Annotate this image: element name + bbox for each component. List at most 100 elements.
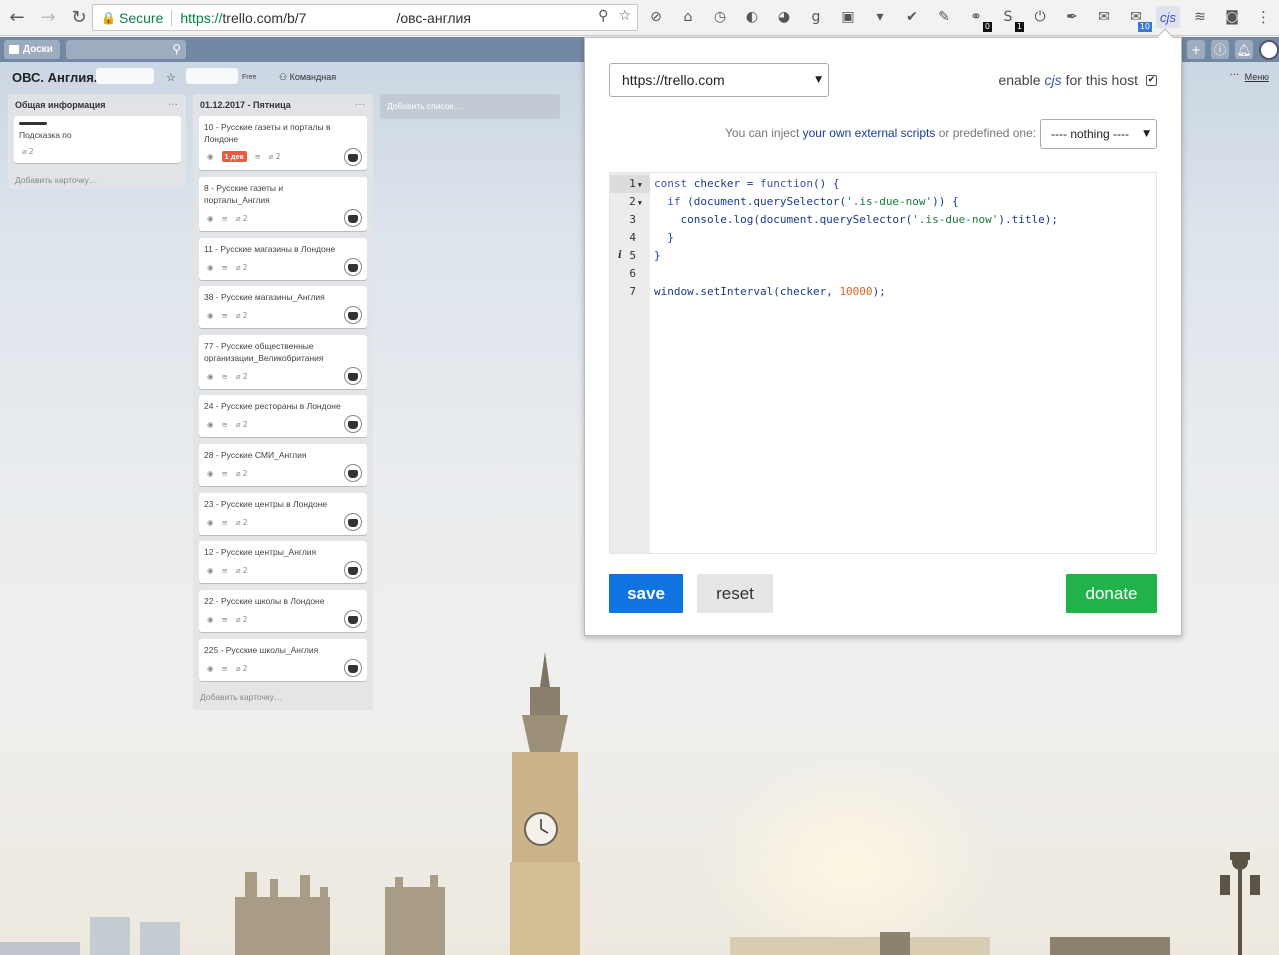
- host-select[interactable]: https://trello.com ▼: [609, 63, 829, 97]
- donate-button[interactable]: donate: [1066, 574, 1157, 613]
- star-icon[interactable]: ☆: [166, 71, 176, 84]
- user-avatar[interactable]: [1259, 40, 1279, 60]
- member-avatar[interactable]: [344, 659, 362, 677]
- boards-button[interactable]: Доски: [4, 40, 60, 59]
- code-editor[interactable]: 1 ▼ 2 ▼ 3 4 5 i 6 7 const checker = function() { …: [609, 172, 1157, 554]
- list-card[interactable]: 225 - Русские школы_Англия ◉ ≡ ⌀ 2: [199, 639, 367, 681]
- eye-slash-icon[interactable]: ⊘: [644, 6, 668, 28]
- list-card[interactable]: 8 - Русские газеты и порталы_Англия ◉ ≡ ⌀ 2: [199, 177, 367, 231]
- fold-arrow-icon[interactable]: ▼: [638, 199, 642, 207]
- predefined-script-select[interactable]: ---- nothing ---- ▼: [1040, 119, 1157, 149]
- checkmark-icon[interactable]: ✔: [900, 6, 924, 28]
- member-avatar[interactable]: [344, 561, 362, 579]
- list-card[interactable]: Подсказка по ⌀ 2: [14, 116, 181, 163]
- list-card[interactable]: 11 - Русские магазины в Лондоне ◉ ≡ ⌀ 2: [199, 238, 367, 280]
- dropdown-arrow-icon: ▼: [1143, 129, 1150, 139]
- wrench-icon[interactable]: ✎: [932, 6, 956, 28]
- extension-badge: 0: [982, 22, 992, 32]
- add-card-link[interactable]: Добавить карточку…: [200, 692, 282, 702]
- link-icon[interactable]: ⚭ 0: [964, 6, 992, 32]
- list-card[interactable]: 38 - Русские магазины_Англия ◉ ≡ ⌀ 2: [199, 286, 367, 328]
- fold-arrow-icon[interactable]: ▼: [638, 181, 642, 189]
- back-arrow-icon[interactable]: ←: [3, 4, 31, 32]
- notifications-icon[interactable]: 🔔︎: [1235, 40, 1253, 59]
- extension-badge: 10: [1137, 22, 1152, 32]
- search-icon: ⚲: [172, 42, 181, 56]
- member-avatar[interactable]: [344, 209, 362, 227]
- member-avatar[interactable]: [344, 610, 362, 628]
- list-card[interactable]: 77 - Русские общественные организации_Ве…: [199, 335, 367, 389]
- attachment-count: ⌀ 2: [235, 214, 248, 223]
- forward-arrow-icon[interactable]: →: [34, 4, 62, 32]
- external-scripts-link[interactable]: your own external scripts: [803, 126, 936, 140]
- description-icon: ≡: [221, 263, 228, 272]
- url-path: /овс-англия: [396, 9, 471, 26]
- list-title[interactable]: Общая информация: [15, 100, 105, 110]
- cjs-extension-icon[interactable]: cjs: [1156, 6, 1180, 28]
- envelope-icon[interactable]: ✉: [1092, 6, 1116, 28]
- list-menu-icon[interactable]: …: [355, 97, 365, 108]
- zoom-icon[interactable]: ⚲: [598, 8, 608, 24]
- bookmark-star-icon[interactable]: ☆: [618, 8, 631, 24]
- code-line[interactable]: console.log(document.querySelector('.is-…: [654, 211, 1058, 229]
- card-badges: ◉ ≡ ⌀ 2: [207, 420, 248, 429]
- list-card[interactable]: 12 - Русские центры_Англия ◉ ≡ ⌀ 2: [199, 541, 367, 583]
- enable-suffix: for this host: [1065, 72, 1138, 88]
- color-circle-icon[interactable]: ◕: [772, 6, 796, 28]
- enable-toggle[interactable]: enable cjs for this host ✔: [998, 72, 1157, 88]
- eyedropper-icon[interactable]: ✒: [1060, 6, 1084, 28]
- list-friday: 01.12.2017 - Пятница … Добавить карточку…: [193, 94, 373, 710]
- member-avatar[interactable]: [344, 464, 362, 482]
- member-avatar[interactable]: [344, 367, 362, 385]
- boards-label: Доски: [23, 44, 53, 55]
- screenshot-icon[interactable]: ▣: [836, 6, 860, 28]
- list-title[interactable]: 01.12.2017 - Пятница: [200, 100, 291, 110]
- save-button[interactable]: save: [609, 574, 683, 613]
- code-line[interactable]: const checker = function() {: [654, 175, 839, 193]
- code-line[interactable]: }: [654, 247, 661, 265]
- enable-prefix: enable: [998, 72, 1041, 88]
- list-menu-icon[interactable]: …: [168, 97, 178, 108]
- description-icon: ≡: [221, 469, 228, 478]
- half-moon-icon[interactable]: ◐: [740, 6, 764, 28]
- s-icon[interactable]: S1: [996, 6, 1024, 32]
- board-title[interactable]: ОВС. Англия.: [12, 70, 97, 85]
- reload-icon[interactable]: ↻: [65, 4, 93, 32]
- member-avatar[interactable]: [344, 258, 362, 276]
- board-menu-link[interactable]: Меню: [1245, 72, 1269, 82]
- team-visibility[interactable]: ⚇ Командная: [279, 72, 336, 83]
- code-line[interactable]: if (document.querySelector('.is-due-now'…: [654, 193, 958, 211]
- list-card[interactable]: 24 - Русские рестораны в Лондоне ◉ ≡ ⌀ 2: [199, 395, 367, 437]
- code-line[interactable]: }: [654, 229, 674, 247]
- list-card[interactable]: 23 - Русские центры в Лондоне ◉ ≡ ⌀ 2: [199, 493, 367, 535]
- member-avatar[interactable]: [344, 513, 362, 531]
- power-icon[interactable]: ⏻: [1028, 6, 1052, 28]
- member-avatar[interactable]: [344, 415, 362, 433]
- search-input[interactable]: ⚲: [66, 40, 186, 59]
- code-line[interactable]: window.setInterval(checker, 10000);: [654, 283, 886, 301]
- chrome-menu-icon[interactable]: ⋮: [1256, 8, 1271, 26]
- camera-icon[interactable]: ◙: [1220, 6, 1244, 28]
- secure-label: Secure: [119, 9, 164, 26]
- member-avatar[interactable]: [344, 306, 362, 324]
- mail-icon[interactable]: ✉ 10: [1124, 6, 1152, 32]
- list-card[interactable]: 10 - Русские газеты и порталы в Лондоне ◉…: [199, 116, 367, 170]
- clock-icon[interactable]: ◷: [708, 6, 732, 28]
- member-avatar[interactable]: [344, 148, 362, 166]
- address-bar[interactable]: 🔒 Secure https://trello.com/b/7 /овс-анг…: [92, 4, 638, 31]
- rainbow-icon[interactable]: ≋: [1188, 6, 1212, 28]
- g-icon[interactable]: g: [804, 6, 828, 28]
- pocket-icon[interactable]: ▾: [868, 6, 892, 28]
- info-marker-icon: i: [618, 250, 622, 261]
- info-icon[interactable]: ⓘ: [1211, 40, 1229, 59]
- inbox-icon[interactable]: ⌂: [676, 6, 700, 28]
- list-card[interactable]: 28 - Русские СМИ_Англия ◉ ≡ ⌀ 2: [199, 444, 367, 486]
- add-list-button[interactable]: Добавить список…: [380, 94, 560, 119]
- more-icon[interactable]: ···: [1229, 70, 1239, 81]
- reset-button[interactable]: reset: [697, 574, 773, 613]
- list-card[interactable]: 22 - Русские школы в Лондоне ◉ ≡ ⌀ 2: [199, 590, 367, 632]
- line-number: 1 ▼: [610, 175, 650, 193]
- add-icon[interactable]: +: [1187, 40, 1205, 59]
- add-card-link[interactable]: Добавить карточку…: [15, 175, 97, 185]
- enable-checkbox[interactable]: ✔: [1146, 74, 1157, 86]
